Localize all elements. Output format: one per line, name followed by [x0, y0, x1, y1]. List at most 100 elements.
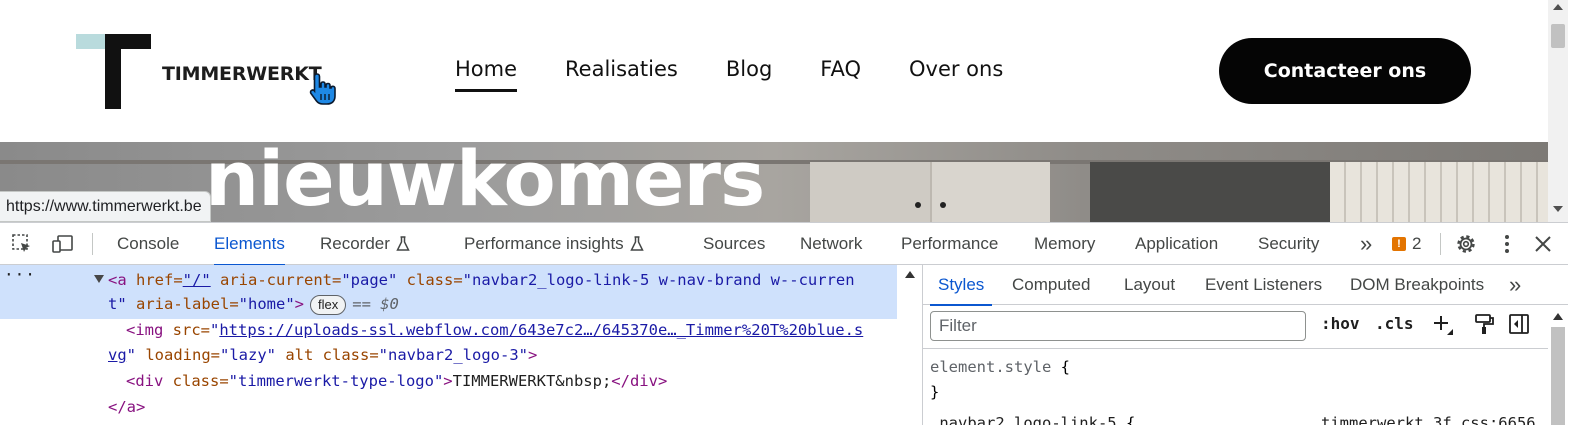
close-icon[interactable]: [1531, 232, 1555, 256]
scrollbar-thumb[interactable]: [1551, 327, 1565, 425]
brace: }: [930, 383, 940, 401]
value: t": [108, 295, 127, 313]
hero-photo-slats: [1330, 162, 1548, 222]
toolbar-divider: [92, 233, 93, 255]
inspect-element-icon[interactable]: [10, 232, 34, 256]
src-link[interactable]: https://uploads-ssl.webflow.com/643e7c2……: [219, 321, 863, 339]
text-node: TIMMERWERKT&nbsp;: [452, 372, 612, 390]
scroll-up-icon[interactable]: [905, 271, 915, 278]
logo-link[interactable]: TIMMERWERKT: [76, 34, 346, 110]
hero-photo-cabinet: [930, 162, 1050, 222]
nav-over-ons[interactable]: Over ons: [909, 57, 1003, 89]
issues-count: 2: [1412, 234, 1422, 253]
tab-elements[interactable]: Elements: [214, 223, 285, 266]
nav-home[interactable]: Home: [455, 57, 518, 92]
tab-security[interactable]: Security: [1258, 223, 1319, 265]
dom-node-a-line1[interactable]: <a href="/" aria-current="page" class="n…: [94, 268, 855, 293]
toolbar-divider: [923, 348, 1548, 349]
main-nav: Home Realisaties Blog FAQ Over ons: [455, 57, 1003, 92]
new-rule-plus-icon[interactable]: [1431, 313, 1455, 337]
value: "home": [238, 295, 295, 313]
scrollbar-thumb[interactable]: [1551, 24, 1565, 48]
tag: </div>: [611, 372, 668, 390]
toggle-sidebar-icon[interactable]: [1508, 313, 1530, 335]
dom-node-a-line2[interactable]: t" aria-label="home"> flex == $0: [108, 292, 399, 317]
src-link[interactable]: vg: [108, 346, 127, 364]
device-toolbar-icon[interactable]: [51, 232, 75, 256]
tab-label: Sources: [703, 234, 766, 253]
website-viewport: TIMMERWERKT Home Realisaties Blog FAQ Ov…: [0, 0, 1548, 222]
tab-performance[interactable]: Performance: [901, 223, 998, 265]
class-toggle[interactable]: .cls: [1375, 314, 1414, 333]
tab-console[interactable]: Console: [117, 223, 179, 265]
experimental-flask-icon: [396, 236, 410, 251]
href-value[interactable]: "/": [183, 271, 211, 289]
more-tabs-chevron-icon[interactable]: »: [1509, 265, 1521, 305]
tab-styles[interactable]: Styles: [929, 265, 993, 306]
hover-state-toggle[interactable]: :hov: [1321, 314, 1360, 333]
logo-t-icon: [76, 34, 151, 109]
experimental-flask-icon: [629, 236, 644, 251]
sidebar-tabs: Styles Computed Layout Event Listeners D…: [923, 265, 1568, 306]
css-rule[interactable]: .navbar2_logo-link-5 {: [930, 411, 1135, 425]
value: "lazy": [220, 346, 277, 364]
brace: {: [1051, 358, 1070, 376]
tab-computed[interactable]: Computed: [1012, 265, 1090, 305]
devtools-tabbar: Console Elements Recorder Performance in…: [0, 223, 1568, 266]
tab-network[interactable]: Network: [800, 223, 862, 265]
hero-photo-doorway: [1090, 162, 1330, 222]
dom-node-img-line1[interactable]: <img src="https://uploads-ssl.webflow.co…: [126, 318, 863, 343]
more-tabs-chevron-icon[interactable]: »: [1360, 223, 1372, 265]
attr: alt: [276, 346, 314, 364]
styles-scrollbar[interactable]: [1548, 305, 1568, 425]
tab-dom-breakpoints[interactable]: DOM Breakpoints: [1350, 265, 1484, 305]
tab-performance-insights[interactable]: Performance insights: [464, 223, 644, 265]
elements-scrollbar[interactable]: [897, 265, 923, 425]
value: ": [126, 346, 137, 364]
tab-recorder[interactable]: Recorder: [320, 223, 410, 265]
warning-icon: !: [1392, 237, 1406, 251]
tag: <img: [126, 321, 164, 339]
hero-photo-knob: [915, 202, 921, 208]
value: "timmerwerkt-type-logo": [228, 372, 444, 390]
page-scrollbar[interactable]: [1548, 0, 1568, 222]
hero-section: nieuwkomers: [0, 142, 1548, 222]
paint-roller-icon[interactable]: [1473, 313, 1495, 335]
flex-badge[interactable]: flex: [310, 295, 347, 315]
more-options-icon[interactable]: ···: [4, 265, 36, 284]
tab-label: Memory: [1034, 234, 1096, 253]
nav-realisaties[interactable]: Realisaties: [565, 57, 678, 89]
value: "navbar2_logo-link-5 w-nav-brand w--curr…: [462, 271, 855, 289]
tab-application[interactable]: Application: [1135, 223, 1218, 265]
rule-selector: .navbar2_logo-link-5: [930, 414, 1117, 425]
tab-label: Console: [117, 234, 180, 253]
gear-icon[interactable]: [1454, 232, 1478, 256]
element-style-rule[interactable]: element.style {: [930, 355, 1070, 380]
attr: class=: [397, 271, 463, 289]
rule-source-link[interactable]: timmerwerkt…3f.css:6656: [1321, 411, 1536, 425]
attr: src=: [163, 321, 210, 339]
contact-button[interactable]: Contacteer ons: [1219, 38, 1471, 104]
logo-text: TIMMERWERKT: [162, 63, 322, 85]
attr: class=: [313, 346, 379, 364]
scroll-down-icon[interactable]: [1553, 206, 1563, 212]
nav-blog[interactable]: Blog: [726, 57, 772, 89]
attr: aria-label=: [126, 295, 239, 313]
nav-faq[interactable]: FAQ: [820, 57, 861, 89]
tab-layout[interactable]: Layout: [1124, 265, 1175, 305]
rule-source[interactable]: timmerwerkt…3f.css:6656: [1321, 414, 1536, 425]
expand-triangle-icon[interactable]: [94, 275, 104, 283]
kebab-menu-icon[interactable]: [1495, 232, 1519, 256]
dom-node-img-line2[interactable]: vg" loading="lazy" alt class="navbar2_lo…: [108, 343, 537, 368]
scroll-up-icon[interactable]: [1553, 4, 1563, 10]
tab-sources[interactable]: Sources: [703, 223, 765, 265]
dom-node-a-close[interactable]: </a>: [108, 395, 145, 420]
issues-counter[interactable]: ! 2: [1392, 234, 1421, 254]
tag: >: [443, 372, 453, 390]
tab-event-listeners[interactable]: Event Listeners: [1205, 265, 1322, 305]
devtools-panel: Console Elements Recorder Performance in…: [0, 222, 1568, 425]
scroll-up-icon[interactable]: [1553, 313, 1563, 320]
tab-memory[interactable]: Memory: [1034, 223, 1095, 265]
dom-node-div[interactable]: <div class="timmerwerkt-type-logo">TIMME…: [126, 369, 667, 394]
styles-filter-input[interactable]: [930, 311, 1306, 341]
